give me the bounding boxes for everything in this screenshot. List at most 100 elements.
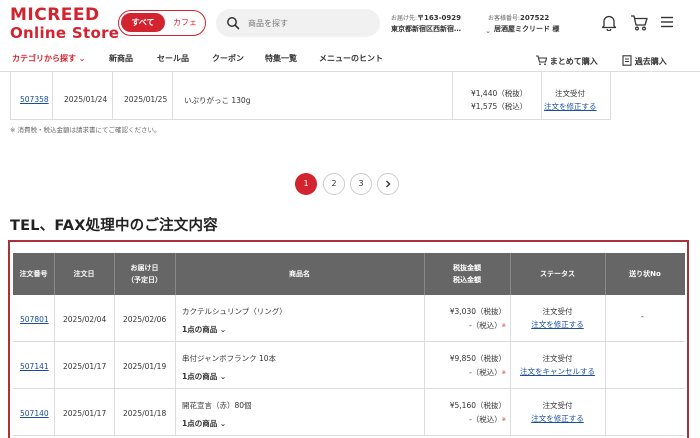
price-ex-tax: ¥5,160（税抜） <box>449 401 506 410</box>
order-date: 2025/01/17 <box>63 409 107 418</box>
price-in-tax: -（税込） <box>469 415 502 424</box>
toggle-cafe-button[interactable]: カフェ <box>167 13 203 32</box>
delivery-date: 2025/01/18 <box>123 409 167 418</box>
logo-line2: Online Store <box>10 24 120 42</box>
bulk-buy-icon <box>536 55 548 66</box>
status-block: 注文受付 注文を修正する <box>510 305 605 331</box>
order-status: 注文受付 <box>542 401 573 410</box>
price-block: ¥9,850（税抜） -（税込）※ <box>449 354 506 377</box>
price-in-tax: -（税込） <box>469 368 502 377</box>
main-nav: カテゴリから探す ⌄ 新商品 セール品 クーポン 特集一覧 メニューのヒント ま… <box>0 46 700 72</box>
cancel-order-link[interactable]: 注文をキャンセルする <box>510 365 605 378</box>
past-purchase-label: 過去購入 <box>634 57 667 66</box>
delivery-address[interactable]: お届け先:〒163-0929 東京都新宿区西新宿… ⌄ <box>391 13 491 35</box>
order-number-link[interactable]: 507141 <box>20 362 49 371</box>
order-number-link[interactable]: 507801 <box>20 315 49 324</box>
menu-icon[interactable] <box>660 16 674 28</box>
site-header: MICREED Online Store すべて カフェ お届け先:〒163-0… <box>0 0 700 46</box>
price-ex-tax: ¥3,030（税抜） <box>449 307 506 316</box>
search-input[interactable] <box>248 15 368 31</box>
price-ex-tax: ¥1,440（税抜） <box>471 89 528 98</box>
page-1-button[interactable]: 1 <box>295 173 317 195</box>
customer-info[interactable]: お客様番号:207522 居酒屋ミクリード 様 <box>488 13 583 35</box>
modify-order-link[interactable]: 注文を修正する <box>510 412 605 425</box>
delivery-zip: 〒163-0929 <box>417 14 462 22</box>
item-count-toggle[interactable]: 1点の商品 ⌄ <box>182 418 226 429</box>
nav-category-label: カテゴリから探す <box>12 54 76 63</box>
modify-order-link[interactable]: 注文を修正する <box>544 101 597 112</box>
order-date: 2025/01/17 <box>63 362 107 371</box>
next-page-button[interactable] <box>377 173 399 195</box>
bulk-buy-button[interactable]: まとめて購入 <box>535 53 598 67</box>
bulk-buy-label: まとめて購入 <box>549 57 598 66</box>
nav-item-menu-hints[interactable]: メニューのヒント <box>319 53 383 64</box>
price-in-tax: -（税込） <box>469 321 502 330</box>
product-name: 串付ジャンボフランク 10本 <box>182 354 277 363</box>
header-price-line2: 税込金額 <box>453 276 481 284</box>
table-header: 注文番号 注文日 お届け日 （予定日） 商品名 税抜金額 税込金額 ステータス … <box>13 253 685 295</box>
cart-icon[interactable] <box>630 14 648 31</box>
order-status: 注文受付 <box>555 89 585 98</box>
order-status: 注文受付 <box>542 354 573 363</box>
receipt-icon <box>622 55 632 66</box>
header-product: 商品名 <box>289 270 310 278</box>
customer-name: 居酒屋ミクリード 様 <box>494 25 560 33</box>
delivery-address-text: 東京都新宿区西新宿… <box>391 25 461 33</box>
page-3-button[interactable]: 3 <box>350 173 372 195</box>
product-name: 開花宣言（赤）80個 <box>182 401 252 410</box>
price-block: ¥3,030（税抜） -（税込）※ <box>449 307 506 330</box>
status-block: 注文受付 注文を修正する <box>510 399 605 425</box>
item-count-toggle[interactable]: 1点の商品 ⌄ <box>182 371 226 382</box>
search-icon <box>227 17 240 30</box>
tax-note: ※ 消費税・税込金額は請求書にてご確認ください。 <box>10 126 161 134</box>
item-count: 1点の商品 <box>182 372 218 381</box>
chevron-down-icon: ⌄ <box>78 54 86 63</box>
order-number-link[interactable]: 507140 <box>20 409 49 418</box>
nav-item-features[interactable]: 特集一覧 <box>265 53 297 64</box>
logo-line1: MICREED <box>10 5 100 25</box>
header-delivery-date: お届け日 （予定日） <box>114 253 175 295</box>
logo[interactable]: MICREED Online Store <box>10 7 119 41</box>
nav-item-coupon[interactable]: クーポン <box>212 53 244 64</box>
item-count-toggle[interactable]: 1点の商品 ⌄ <box>182 324 226 335</box>
search-box[interactable] <box>216 9 380 37</box>
header-order-no: 注文番号 <box>19 270 48 278</box>
tracking-number: - <box>641 312 644 321</box>
nav-item-new[interactable]: 新商品 <box>109 53 133 64</box>
item-count: 1点の商品 <box>182 419 218 428</box>
customer-label: お客様番号: <box>488 15 521 22</box>
bell-icon[interactable] <box>601 14 617 31</box>
header-delivery-date-line1: お届け日 <box>130 264 159 272</box>
price-ex-tax: ¥9,850（税抜） <box>449 354 506 363</box>
table-row: 507141 2025/01/17 2025/01/19 串付ジャンボフランク … <box>13 342 685 389</box>
section-title: TEL、FAX処理中のご注文内容 <box>10 218 218 234</box>
header-order-date: 注文日 <box>73 270 95 278</box>
order-date: 2025/01/24 <box>64 95 108 104</box>
delivery-date: 2025/01/25 <box>124 95 168 104</box>
price-in-tax: ¥1,575（税込） <box>471 102 528 111</box>
chevron-down-icon: ⌄ <box>219 372 227 381</box>
table-row: 507140 2025/01/17 2025/01/18 開花宣言（赤）80個 … <box>13 389 685 436</box>
product-name: いぶりがっこ 130g <box>184 96 251 105</box>
store-toggle: すべて カフェ <box>118 10 206 36</box>
header-price-line1: 税抜金額 <box>453 264 481 272</box>
toggle-all-button[interactable]: すべて <box>121 13 165 32</box>
nav-item-sale[interactable]: セール品 <box>157 53 189 64</box>
delivery-date: 2025/01/19 <box>123 362 167 371</box>
page-2-button[interactable]: 2 <box>323 173 345 195</box>
table-row: 507801 2025/02/04 2025/02/06 カクテルシュリンプ（リ… <box>13 295 685 342</box>
chevron-right-icon <box>386 180 391 188</box>
order-number-link[interactable]: 507358 <box>20 95 49 104</box>
item-count: 1点の商品 <box>182 325 218 334</box>
order-status: 注文受付 <box>542 307 573 316</box>
past-purchase-button[interactable]: 過去購入 <box>622 53 667 67</box>
chevron-down-icon: ⌄ <box>219 325 227 334</box>
header-tracking: 送り状No <box>629 270 661 278</box>
order-history-row: 507358 2025/01/24 2025/01/25 いぶりがっこ 130g… <box>10 72 611 120</box>
modify-order-link[interactable]: 注文を修正する <box>510 318 605 331</box>
order-date: 2025/02/04 <box>63 315 107 324</box>
status-block: 注文受付 注文をキャンセルする <box>510 352 605 378</box>
nav-category-button[interactable]: カテゴリから探す ⌄ <box>12 53 86 64</box>
price-block: ¥5,160（税抜） -（税込）※ <box>449 401 506 424</box>
header-delivery-date-line2: （予定日） <box>127 276 162 284</box>
